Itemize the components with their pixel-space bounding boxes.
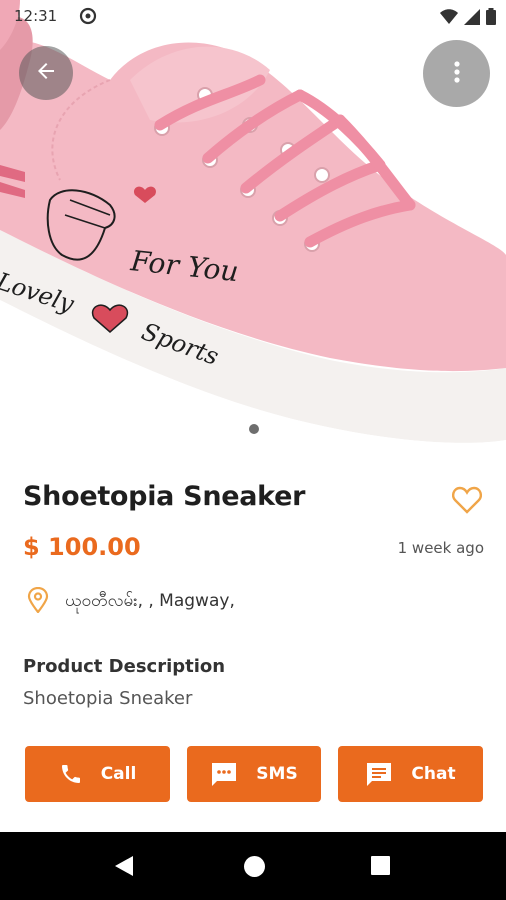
nav-home-icon[interactable] bbox=[244, 856, 265, 877]
chat-label: Chat bbox=[411, 764, 456, 784]
contact-actions: Call SMS Chat bbox=[25, 746, 483, 802]
location-pin-icon bbox=[27, 586, 49, 618]
status-icons bbox=[440, 8, 496, 29]
wifi-icon bbox=[440, 8, 458, 29]
status-time: 12:31 bbox=[14, 7, 58, 25]
product-price: $ 100.00 bbox=[23, 533, 141, 561]
chat-button[interactable]: Chat bbox=[338, 746, 483, 802]
nav-back-icon[interactable] bbox=[113, 854, 135, 882]
battery-icon bbox=[486, 8, 496, 29]
nav-recents-icon[interactable] bbox=[371, 856, 390, 875]
location-text: ယုဝတီလမ်း, , Magway, bbox=[65, 591, 235, 611]
description-text: Shoetopia Sneaker bbox=[23, 688, 193, 709]
carousel-indicator[interactable] bbox=[249, 424, 259, 434]
product-title: Shoetopia Sneaker bbox=[23, 481, 306, 512]
sms-icon bbox=[210, 761, 238, 787]
more-options-button[interactable] bbox=[423, 40, 490, 107]
chat-icon bbox=[365, 761, 393, 787]
sms-label: SMS bbox=[256, 764, 298, 784]
posted-time: 1 week ago bbox=[397, 539, 484, 557]
more-vert-icon bbox=[453, 60, 461, 88]
phone-icon bbox=[59, 762, 83, 786]
call-button[interactable]: Call bbox=[25, 746, 170, 802]
signal-icon bbox=[464, 8, 480, 29]
call-label: Call bbox=[100, 764, 137, 784]
location-row: ယုဝတီလမ်း, , Magway, bbox=[27, 586, 235, 618]
arrow-back-icon bbox=[34, 59, 58, 87]
description-heading: Product Description bbox=[23, 656, 226, 677]
sms-button[interactable]: SMS bbox=[187, 746, 321, 802]
favorite-button[interactable] bbox=[452, 486, 482, 514]
back-button[interactable] bbox=[19, 46, 73, 100]
status-bar: 12:31 bbox=[0, 0, 506, 34]
at-sign-icon bbox=[78, 6, 98, 30]
heart-outline-icon bbox=[452, 486, 482, 518]
system-nav-bar bbox=[0, 832, 506, 900]
